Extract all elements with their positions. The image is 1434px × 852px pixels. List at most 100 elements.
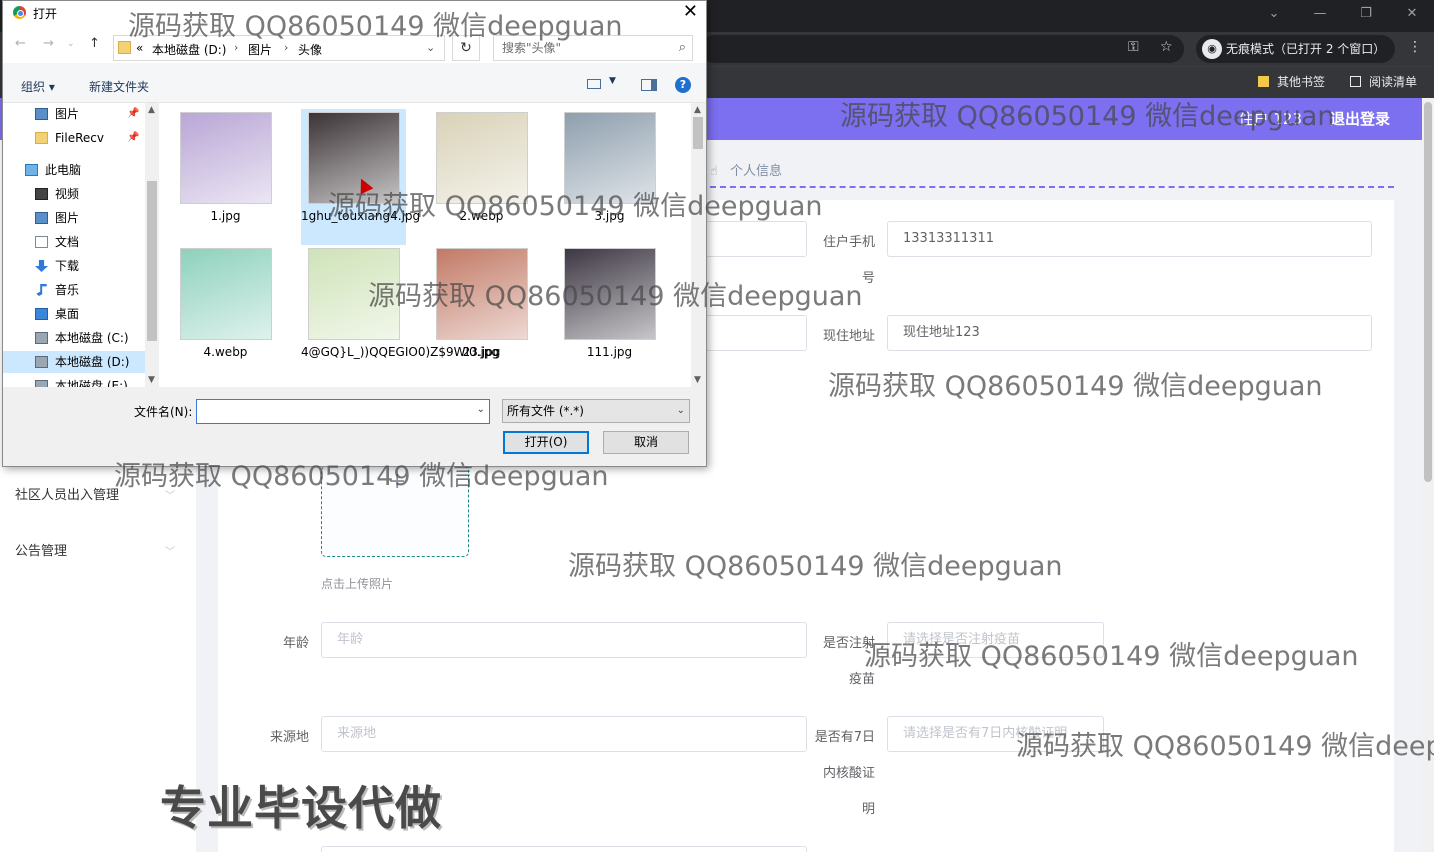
nav-item-label: 本地磁盘 (E:)	[55, 379, 128, 387]
scroll-up-icon[interactable]: ▲	[148, 105, 155, 115]
key-icon[interactable]: ⚿	[1128, 39, 1139, 55]
view-options-icon[interactable]	[587, 79, 601, 89]
bookmark-other[interactable]: 其他书签	[1258, 73, 1325, 90]
nav-item[interactable]: 下载	[3, 255, 145, 277]
path-bar[interactable]: « 本地磁盘 (D:) › 图片 › 头像 ⌄	[113, 35, 445, 61]
menu-icon[interactable]: ⋮	[1408, 39, 1422, 55]
back-icon[interactable]: ←	[15, 36, 26, 51]
vaccine-select[interactable]: 请选择是否注射疫苗	[887, 622, 1104, 658]
nav-item[interactable]: 图片	[3, 207, 145, 229]
folder-icon	[118, 41, 131, 54]
scroll-up-icon[interactable]: ▲	[694, 105, 701, 115]
organize-button[interactable]: 组织 ▾	[21, 78, 55, 95]
search-input[interactable]: 搜索"头像" ⌕	[493, 35, 693, 61]
filename-label: 文件名(N):	[134, 405, 193, 419]
chevron-down-icon: ﹀	[165, 547, 175, 558]
up-icon[interactable]: ↑	[89, 36, 100, 51]
nav-scroll-thumb[interactable]	[147, 181, 157, 341]
forward-icon[interactable]: →	[43, 36, 54, 51]
filename-input[interactable]: ⌄	[196, 399, 490, 424]
name-field[interactable]	[700, 221, 807, 257]
nat-select[interactable]: 请选择是否有7日内核酸证明	[887, 716, 1104, 752]
folder-icon	[35, 132, 48, 144]
cancel-button[interactable]: 取消	[603, 431, 689, 454]
file-item[interactable]: 1ghu_touxiang4.jpg	[301, 109, 420, 245]
chevron-down-icon[interactable]: ⌄	[426, 41, 435, 54]
file-item[interactable]: 2.webp	[429, 109, 534, 239]
crumb-pictures[interactable]: 图片	[248, 41, 272, 58]
incognito-badge[interactable]: ◉ 无痕模式（已打开 2 个窗口）	[1196, 35, 1396, 63]
crumb-drive[interactable]: 本地磁盘 (D:)	[152, 41, 226, 58]
window-close-icon[interactable]: ✕	[1390, 2, 1434, 26]
page-scrollbar[interactable]	[1422, 98, 1434, 852]
nav-item[interactable]: 音乐	[3, 279, 145, 301]
nav-item[interactable]: 此电脑	[3, 159, 145, 181]
new-folder-button[interactable]: 新建文件夹	[89, 78, 149, 95]
scroll-down-icon[interactable]: ▼	[694, 375, 701, 385]
chevron-down-icon[interactable]: ▼	[609, 76, 616, 86]
file-name: 111.jpg	[586, 345, 633, 359]
file-scrollbar[interactable]: ▲ ▼	[691, 103, 705, 387]
chevron-down-icon: ﹀	[165, 491, 175, 502]
page-scroll-thumb[interactable]	[1424, 102, 1432, 482]
file-item[interactable]: 23.jpg	[429, 245, 534, 375]
next-field[interactable]	[321, 846, 807, 852]
nav-item[interactable]: 本地磁盘 (C:)	[3, 327, 145, 349]
file-thumbnail	[179, 248, 272, 340]
dialog-title: 打开	[33, 7, 58, 21]
crumb-avatar[interactable]: 头像	[298, 41, 322, 58]
chevron-down-icon[interactable]: ⌄	[477, 404, 485, 415]
nav-item[interactable]: FileRecv 📌	[3, 127, 145, 149]
nav-item[interactable]: 本地磁盘 (E:)	[3, 375, 145, 387]
nav-item[interactable]: 桌面	[3, 303, 145, 325]
documents-icon	[35, 236, 48, 248]
file-item[interactable]: 3.jpg	[557, 109, 662, 239]
desktop-icon	[35, 308, 48, 320]
age-input[interactable]: 年龄	[321, 622, 807, 658]
logout-button[interactable]: 退出登录	[1330, 108, 1390, 129]
preview-pane-icon[interactable]	[641, 79, 657, 91]
address-label: 现住地址	[822, 329, 875, 344]
nav-item[interactable]: 视频	[3, 183, 145, 205]
pictures-icon	[35, 212, 48, 224]
close-icon[interactable]: ✕	[683, 1, 698, 22]
crumb-overflow[interactable]: «	[136, 41, 143, 55]
file-scroll-thumb[interactable]	[693, 117, 703, 149]
file-item[interactable]: 4@GQ}L_))QQEGIO0)Z$9WI0.jpg	[301, 245, 499, 375]
sidebar-item-access-management[interactable]: 社区人员出入管理	[15, 484, 119, 503]
photo-upload[interactable]: +	[321, 466, 469, 557]
sidebar-item-announcements[interactable]: 公告管理	[15, 540, 67, 559]
reading-list-label: 阅读清单	[1369, 75, 1418, 89]
help-icon[interactable]: ?	[675, 77, 691, 93]
open-button[interactable]: 打开(O)	[503, 431, 589, 454]
phone-label: 住户手机	[822, 235, 875, 250]
nav-item[interactable]: 文档	[3, 231, 145, 253]
address-field[interactable]: 现住地址123	[887, 315, 1372, 351]
phone-field[interactable]: 13313311311	[887, 221, 1372, 257]
file-item[interactable]: 4.webp	[173, 245, 278, 375]
file-item[interactable]: 111.jpg	[557, 245, 662, 375]
nav-scrollbar[interactable]: ▲ ▼	[145, 103, 159, 387]
pin-icon: 📌	[127, 108, 140, 119]
address-bar[interactable]	[700, 35, 1184, 63]
nav-item[interactable]: 图片 📌	[3, 103, 145, 125]
restore-icon[interactable]: ❐	[1344, 2, 1388, 26]
minimize-icon[interactable]: —	[1298, 2, 1342, 26]
divider	[700, 186, 1394, 188]
breadcrumb-label[interactable]: 个人信息	[730, 164, 782, 179]
nav-item[interactable]: 本地磁盘 (D:)	[3, 351, 145, 373]
file-thumbnail	[563, 112, 656, 204]
tab-search-icon[interactable]: ⌄	[1252, 2, 1296, 26]
navigation-pane: 图片 📌 FileRecv 📌 此电脑 视频 图片 文档 下载 音乐 桌面 本地磁盘 (C:) 本地磁盘…	[3, 103, 145, 387]
id-field[interactable]	[700, 315, 807, 351]
file-item[interactable]: 1.jpg	[173, 109, 278, 239]
filetype-select[interactable]: 所有文件 (*.*) ⌄	[502, 399, 690, 423]
file-name: 3.jpg	[594, 209, 625, 223]
origin-input[interactable]: 来源地	[321, 716, 807, 752]
recent-icon[interactable]: ⌄	[67, 39, 75, 49]
reading-list[interactable]: 阅读清单	[1350, 73, 1417, 90]
star-icon[interactable]: ☆	[1160, 39, 1173, 55]
scroll-down-icon[interactable]: ▼	[148, 375, 155, 385]
refresh-button[interactable]: ↻	[452, 35, 480, 61]
nav-item-label: 桌面	[55, 307, 80, 321]
